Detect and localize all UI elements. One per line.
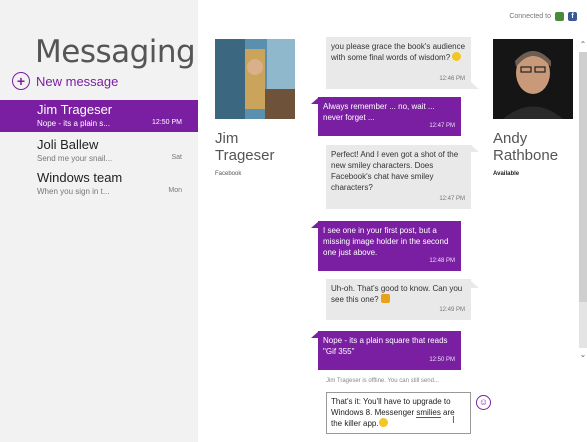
conversation-time: Mon	[168, 187, 182, 194]
conversation-name: Joli Ballew	[37, 137, 99, 152]
message-time: 12:50 PM	[429, 357, 455, 363]
message-bubble: Uh-oh. That's good to know. Can you see …	[326, 279, 471, 320]
message-text: you please grace the book's audience wit…	[331, 42, 466, 62]
bubble-tail	[471, 281, 479, 288]
cheese-emoji-icon	[380, 294, 390, 303]
people-icon[interactable]	[555, 12, 564, 21]
contact-first-name: Jim	[215, 130, 239, 147]
message-input[interactable]: That's it: You'll have to upgrade to Win…	[326, 392, 471, 434]
contact-name-left: Jim Trageser	[215, 130, 274, 164]
conversation-item-jim-trageser[interactable]: Jim Trageser Nope - its a plain s... 12:…	[0, 100, 198, 132]
message-time: 12:47 PM	[439, 196, 465, 202]
connected-label: Connected to	[509, 13, 551, 20]
connected-to-bar: Connected to f	[509, 12, 577, 21]
message-text: Nope - its a plain square that reads "Gi…	[323, 336, 448, 356]
photo-content	[493, 39, 573, 119]
text-cursor-icon: I	[452, 415, 455, 426]
emoticon-picker-icon[interactable]: ☺	[476, 395, 491, 410]
message-bubble: Perfect! And I even got a shot of the ne…	[326, 145, 471, 209]
facebook-icon[interactable]: f	[568, 12, 577, 21]
message-text: Always remember ... no, wait ... never f…	[323, 102, 435, 122]
new-message-label: New message	[36, 73, 119, 89]
scroll-thumb[interactable]	[579, 52, 587, 302]
message-text: I see one in your first post, but a miss…	[323, 226, 449, 257]
message-bubble: you please grace the book's audience wit…	[326, 37, 471, 89]
message-time: 12:46 PM	[439, 76, 465, 82]
plus-icon: +	[12, 72, 30, 90]
conversation-name: Jim Trageser	[37, 102, 113, 117]
conversation-time: 12:50 PM	[152, 119, 182, 126]
smiley-emoji-icon	[452, 52, 462, 61]
message-time: 12:47 PM	[429, 123, 455, 129]
conversation-preview: Nope - its a plain s...	[37, 119, 110, 128]
message-bubble: Always remember ... no, wait ... never f…	[318, 97, 461, 136]
conversation-name: Windows team	[37, 170, 123, 185]
new-message-button[interactable]: + New message	[12, 72, 118, 90]
thread-scrollbar[interactable]: ⌃ ⌄	[579, 40, 587, 360]
contact-photo-andy[interactable]	[493, 39, 573, 119]
contact-photo-jim[interactable]	[215, 39, 295, 119]
smiley-emoji-icon	[378, 418, 388, 427]
scroll-up-icon[interactable]: ⌃	[579, 40, 587, 49]
contact-last-name: Rathbone	[493, 147, 559, 164]
contact-first-name: Andy	[493, 130, 528, 147]
conversation-time: Sat	[171, 154, 182, 161]
message-time: 12:48 PM	[429, 258, 455, 264]
app-title: Messaging	[35, 34, 196, 70]
photo-content	[215, 39, 295, 119]
conversation-pane: Messaging + New message Jim Trageser Nop…	[0, 0, 198, 442]
bubble-tail	[471, 82, 479, 89]
offline-status: Jim Trageser is offline. You can still s…	[326, 378, 439, 384]
conversation-item-joli-ballew[interactable]: Joli Ballew Send me your snail... Sat	[0, 135, 198, 167]
bubble-tail	[471, 145, 479, 152]
scroll-down-icon[interactable]: ⌄	[579, 350, 587, 359]
message-text: Perfect! And I even got a shot of the ne…	[331, 150, 459, 192]
message-time: 12:49 PM	[439, 307, 465, 313]
conversation-preview: Send me your snail...	[37, 154, 113, 163]
misspelled-word: smilies	[416, 408, 441, 418]
message-bubble: I see one in your first post, but a miss…	[318, 221, 461, 271]
contact-last-name: Trageser	[215, 147, 275, 164]
conversation-item-windows-team[interactable]: Windows team When you sign in t... Mon	[0, 168, 198, 200]
contact-network: Facebook	[215, 171, 242, 177]
message-text: Uh-oh. That's good to know. Can you see …	[331, 284, 463, 304]
contact-name-right: Andy Rathbone	[493, 130, 558, 164]
contact-status: Available	[493, 171, 520, 177]
message-bubble: Nope - its a plain square that reads "Gi…	[318, 331, 461, 370]
conversation-preview: When you sign in t...	[37, 187, 110, 196]
